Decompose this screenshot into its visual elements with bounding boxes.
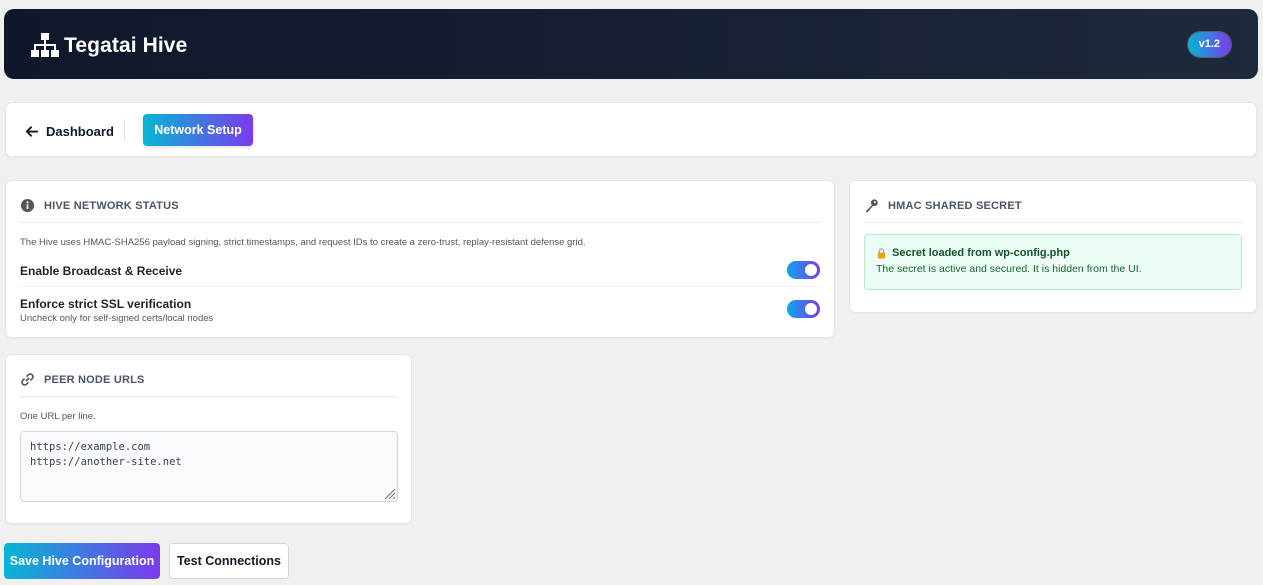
app-header: Tegatai Hive v1.2: [4, 9, 1258, 79]
secret-status-notice: Secret loaded from wp-config.php The sec…: [864, 234, 1242, 290]
back-to-dashboard-link[interactable]: Dashboard: [24, 120, 114, 142]
card-header: HIVE NETWORK STATUS: [20, 195, 820, 223]
peer-urls-textarea[interactable]: https://example.com https://another-site…: [20, 431, 398, 502]
ssl-setting: Enforce strict SSL verification Uncheck …: [20, 297, 820, 324]
save-hive-configuration-button[interactable]: Save Hive Configuration: [4, 543, 160, 579]
peers-hint: One URL per line.: [20, 411, 96, 422]
lock-icon: [877, 247, 886, 259]
link-icon: [21, 373, 34, 386]
ssl-hint: Uncheck only for self-signed certs/local…: [20, 313, 214, 324]
notice-title: Secret loaded from wp-config.php: [876, 247, 1230, 259]
row-divider: [20, 286, 820, 287]
card-title: PEER NODE URLS: [44, 373, 145, 386]
brand: Tegatai Hive: [30, 33, 187, 59]
ssl-label: Enforce strict SSL verification: [20, 297, 192, 311]
key-icon: [865, 199, 878, 213]
card-header: HMAC SHARED SECRET: [864, 195, 1242, 223]
peer-nodes-card: PEER NODE URLS One URL per line. https:/…: [5, 354, 412, 524]
arrow-left-icon: [25, 125, 39, 137]
back-label: Dashboard: [46, 123, 114, 139]
version-badge: v1.2: [1187, 32, 1231, 57]
notice-text: The secret is active and secured. It is …: [876, 263, 1142, 275]
hmac-secret-card: HMAC SHARED SECRET Secret loaded from wp…: [849, 180, 1257, 313]
sitemap-icon: [31, 33, 59, 57]
nav-divider: [124, 119, 125, 141]
test-connections-button[interactable]: Test Connections: [169, 543, 289, 579]
app-title: Tegatai Hive: [64, 34, 188, 57]
resize-handle-icon[interactable]: [383, 487, 396, 500]
network-description: The Hive uses HMAC-SHA256 payload signin…: [20, 237, 586, 248]
nav-bar: Dashboard Network Setup: [5, 102, 1257, 157]
notice-title-text: Secret loaded from wp-config.php: [892, 247, 1070, 259]
broadcast-setting: Enable Broadcast & Receive: [20, 264, 820, 278]
card-title: HMAC SHARED SECRET: [888, 199, 1022, 212]
broadcast-toggle[interactable]: [787, 261, 820, 279]
card-header: PEER NODE URLS: [20, 369, 397, 397]
ssl-toggle[interactable]: [787, 300, 820, 318]
broadcast-label: Enable Broadcast & Receive: [20, 264, 183, 278]
tab-network-setup[interactable]: Network Setup: [143, 114, 253, 146]
card-title: HIVE NETWORK STATUS: [44, 199, 179, 212]
info-circle-icon: [20, 198, 35, 213]
network-status-card: HIVE NETWORK STATUS The Hive uses HMAC-S…: [5, 180, 835, 338]
